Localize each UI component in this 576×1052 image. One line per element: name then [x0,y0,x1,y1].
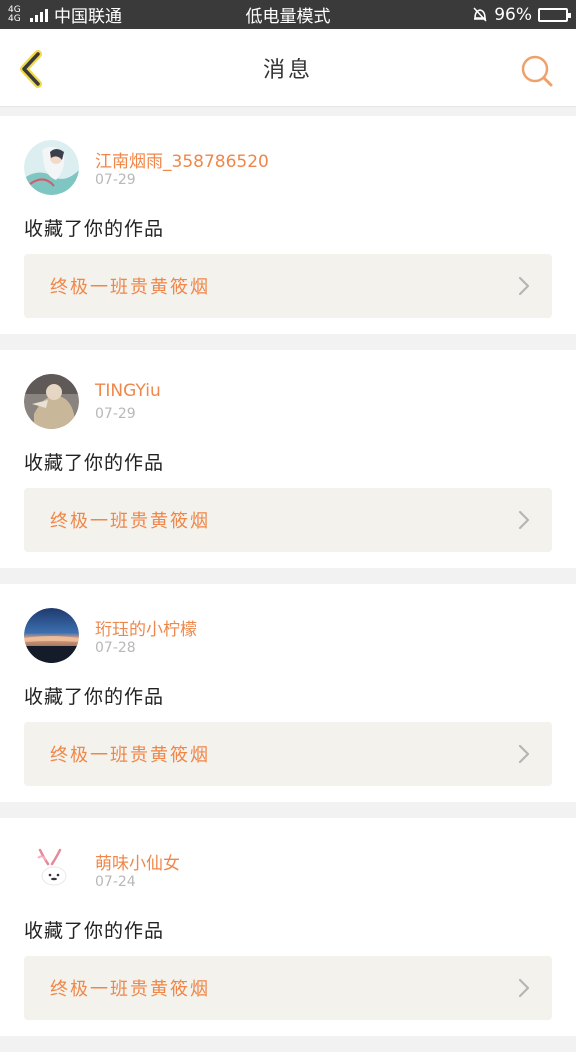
message-list: 江南烟雨_358786520 07-29 收藏了你的作品 终极一班贵黄筱烟 TI… [0,116,576,1052]
work-link[interactable]: 终极一班贵黄筱烟 [24,722,552,786]
message-action-text: 收藏了你的作品 [24,686,165,708]
message-action-text: 收藏了你的作品 [24,452,165,474]
back-button[interactable] [14,49,48,89]
username[interactable]: 珩珏的小柠檬 [95,615,197,640]
battery-icon [537,7,571,22]
username[interactable]: 江南烟雨_358786520 [95,147,269,172]
message-card: 江南烟雨_358786520 07-29 收藏了你的作品 终极一班贵黄筱烟 [0,116,576,334]
chevron-right-icon [518,744,530,764]
work-link[interactable]: 终极一班贵黄筱烟 [24,488,552,552]
battery-percent: 96% [494,4,532,25]
work-title: 终极一班贵黄筱烟 [50,979,210,1000]
message-date: 07-29 [95,172,136,188]
message-date: 07-29 [95,406,136,422]
search-button[interactable] [520,54,554,88]
work-title: 终极一班贵黄筱烟 [50,745,210,766]
top-nav-bar: 消息 [0,29,576,107]
message-card: 珩珏的小柠檬 07-28 收藏了你的作品 终极一班贵黄筱烟 [0,584,576,802]
work-link[interactable]: 终极一班贵黄筱烟 [24,254,552,318]
chevron-right-icon [518,276,530,296]
message-action-text: 收藏了你的作品 [24,218,165,240]
chevron-right-icon [518,978,530,998]
network-type: 4G 4G [8,4,21,24]
chevron-right-icon [518,510,530,530]
username[interactable]: TINGYiu [95,381,161,401]
page-title: 消息 [262,57,313,83]
carrier-name: 中国联通 [54,7,122,27]
user-avatar[interactable] [24,842,79,897]
message-date: 07-24 [95,874,136,890]
mute-bell-icon [473,7,487,22]
work-title: 终极一班贵黄筱烟 [50,511,210,532]
user-avatar[interactable] [24,608,79,663]
message-date: 07-28 [95,640,136,656]
signal-icon [30,8,48,22]
message-action-text: 收藏了你的作品 [24,920,165,942]
username[interactable]: 萌味小仙女 [95,849,180,874]
user-avatar[interactable] [24,140,79,195]
status-bar: 4G 4G 中国联通 低电量模式 96% [0,0,576,29]
message-card: 萌味小仙女 07-24 收藏了你的作品 终极一班贵黄筱烟 [0,818,576,1036]
work-link[interactable]: 终极一班贵黄筱烟 [24,956,552,1020]
work-title: 终极一班贵黄筱烟 [50,277,210,298]
message-card: TINGYiu 07-29 收藏了你的作品 终极一班贵黄筱烟 [0,350,576,568]
user-avatar[interactable] [24,374,79,429]
